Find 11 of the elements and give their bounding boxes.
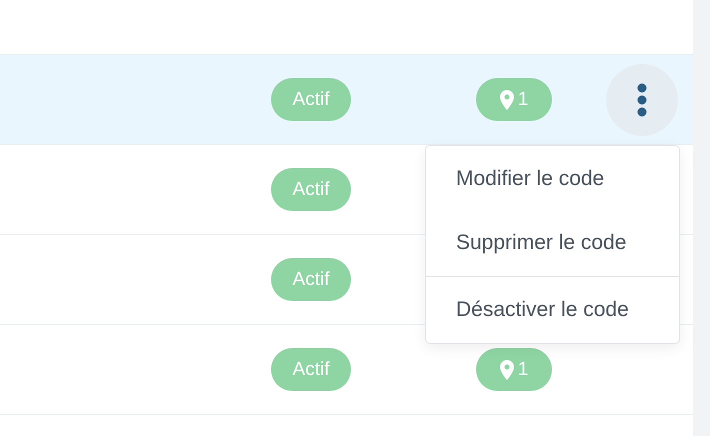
location-pin-icon [500,90,514,110]
status-badge: Actif [271,168,351,211]
location-count: 1 [518,358,528,380]
status-badge: Actif [271,258,351,301]
location-count: 1 [518,88,528,110]
kebab-menu-icon [637,83,647,117]
location-pin-icon [500,360,514,380]
status-badge: Actif [271,78,351,121]
menu-item[interactable]: Modifier le code [426,147,679,211]
menu-item[interactable]: Désactiver le code [426,278,679,342]
status-badge: Actif [271,348,351,391]
